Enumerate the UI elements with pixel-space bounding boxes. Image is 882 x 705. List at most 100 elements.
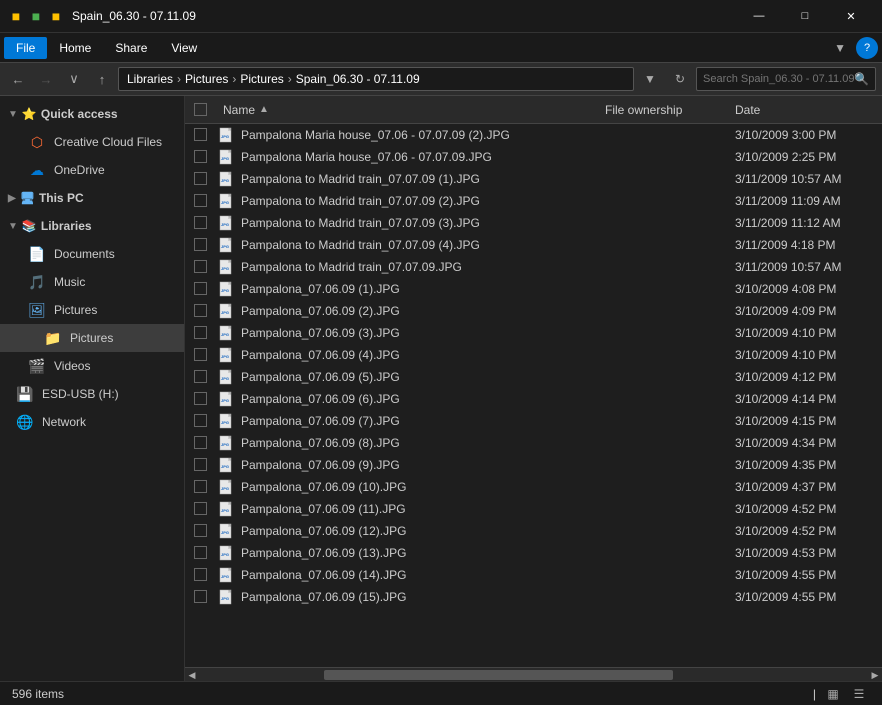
table-row[interactable]: JPG Pampalona_07.06.09 (9).JPG 3/10/2009… xyxy=(185,454,882,476)
up-dropdown-button[interactable]: ∨ xyxy=(62,67,86,91)
row-checkbox[interactable] xyxy=(194,436,207,449)
file-icon: JPG xyxy=(219,325,235,341)
sidebar-item-pictures-lib[interactable]: 🖼 Pictures xyxy=(0,296,184,324)
table-row[interactable]: JPG Pampalona_07.06.09 (4).JPG 3/10/2009… xyxy=(185,344,882,366)
col-name-header[interactable]: Name ▲ xyxy=(215,103,597,117)
horizontal-scrollbar[interactable]: ◀ ▶ xyxy=(185,667,882,681)
col-name-sort: ▲ xyxy=(259,104,269,115)
row-checkbox-cell xyxy=(185,546,215,559)
sidebar-item-libraries[interactable]: ▼ 📚 Libraries xyxy=(0,212,184,240)
address-dropdown-button[interactable]: ▼ xyxy=(638,67,662,91)
row-checkbox[interactable] xyxy=(194,194,207,207)
row-checkbox[interactable] xyxy=(194,502,207,515)
row-checkbox[interactable] xyxy=(194,458,207,471)
row-checkbox[interactable] xyxy=(194,546,207,559)
table-row[interactable]: JPG Pampalona_07.06.09 (3).JPG 3/10/2009… xyxy=(185,322,882,344)
row-checkbox[interactable] xyxy=(194,282,207,295)
table-row[interactable]: JPG Pampalona_07.06.09 (5).JPG 3/10/2009… xyxy=(185,366,882,388)
up-button[interactable]: ↑ xyxy=(90,67,114,91)
search-icon[interactable]: 🔍 xyxy=(854,72,869,86)
row-checkbox[interactable] xyxy=(194,370,207,383)
table-row[interactable]: JPG Pampalona to Madrid train_07.07.09 (… xyxy=(185,190,882,212)
file-name: Pampalona_07.06.09 (14).JPG xyxy=(241,568,406,582)
list-view-button[interactable]: ☰ xyxy=(848,683,870,705)
refresh-button[interactable]: ↻ xyxy=(668,67,692,91)
menu-view[interactable]: View xyxy=(159,37,209,59)
table-row[interactable]: JPG Pampalona_07.06.09 (10).JPG 3/10/200… xyxy=(185,476,882,498)
sidebar-item-videos[interactable]: 🎬 Videos xyxy=(0,352,184,380)
back-button[interactable]: ← xyxy=(6,67,30,91)
maximize-button[interactable]: □ xyxy=(782,0,828,32)
sidebar-item-creative-cloud[interactable]: ⬡ Creative Cloud Files xyxy=(0,128,184,156)
row-checkbox[interactable] xyxy=(194,304,207,317)
row-checkbox[interactable] xyxy=(194,392,207,405)
file-name: Pampalona_07.06.09 (3).JPG xyxy=(241,326,400,340)
table-row[interactable]: JPG Pampalona_07.06.09 (15).JPG 3/10/200… xyxy=(185,586,882,608)
row-checkbox[interactable] xyxy=(194,260,207,273)
menu-home[interactable]: Home xyxy=(47,37,103,59)
help-button[interactable]: ? xyxy=(856,37,878,59)
row-checkbox[interactable] xyxy=(194,348,207,361)
table-row[interactable]: JPG Pampalona to Madrid train_07.07.09 (… xyxy=(185,168,882,190)
table-row[interactable]: JPG Pampalona_07.06.09 (11).JPG 3/10/200… xyxy=(185,498,882,520)
minimize-button[interactable]: — xyxy=(736,0,782,32)
path-pictures2[interactable]: Pictures xyxy=(240,72,283,86)
row-checkbox[interactable] xyxy=(194,128,207,141)
table-row[interactable]: JPG Pampalona to Madrid train_07.07.09.J… xyxy=(185,256,882,278)
table-row[interactable]: JPG Pampalona to Madrid train_07.07.09 (… xyxy=(185,234,882,256)
scrollbar-thumb[interactable] xyxy=(324,670,673,680)
sidebar-item-this-pc[interactable]: ▶ 🖥 This PC xyxy=(0,184,184,212)
table-row[interactable]: JPG Pampalona Maria house_07.06 - 07.07.… xyxy=(185,124,882,146)
row-checkbox[interactable] xyxy=(194,480,207,493)
forward-button[interactable]: → xyxy=(34,67,58,91)
file-name-cell: JPG Pampalona_07.06.09 (9).JPG xyxy=(215,457,597,473)
row-checkbox[interactable] xyxy=(194,216,207,229)
details-view-button[interactable]: ▦ xyxy=(822,683,844,705)
ribbon-collapse-arrow[interactable]: ▼ xyxy=(828,37,852,59)
table-row[interactable]: JPG Pampalona_07.06.09 (7).JPG 3/10/2009… xyxy=(185,410,882,432)
table-row[interactable]: JPG Pampalona_07.06.09 (8).JPG 3/10/2009… xyxy=(185,432,882,454)
col-date-header[interactable]: Date xyxy=(727,103,882,117)
sidebar-item-quick-access[interactable]: ▼ ⭐ Quick access xyxy=(0,100,184,128)
path-pictures1[interactable]: Pictures xyxy=(185,72,228,86)
table-row[interactable]: JPG Pampalona_07.06.09 (6).JPG 3/10/2009… xyxy=(185,388,882,410)
select-all-checkbox[interactable] xyxy=(194,103,207,116)
file-icon: JPG xyxy=(219,413,235,429)
svg-text:JPG: JPG xyxy=(221,420,229,425)
sidebar-item-music[interactable]: 🎵 Music xyxy=(0,268,184,296)
table-row[interactable]: JPG Pampalona_07.06.09 (1).JPG 3/10/2009… xyxy=(185,278,882,300)
scroll-left-arrow[interactable]: ◀ xyxy=(185,668,199,681)
table-row[interactable]: JPG Pampalona to Madrid train_07.07.09 (… xyxy=(185,212,882,234)
row-checkbox[interactable] xyxy=(194,150,207,163)
sidebar-item-label: Pictures xyxy=(70,331,113,345)
sidebar-item-onedrive[interactable]: ☁ OneDrive xyxy=(0,156,184,184)
sidebar-item-esd-usb[interactable]: 💾 ESD-USB (H:) xyxy=(0,380,184,408)
sidebar-item-pictures-active[interactable]: 📁 Pictures xyxy=(0,324,184,352)
sidebar: ▼ ⭐ Quick access ⬡ Creative Cloud Files … xyxy=(0,96,185,681)
menu-file[interactable]: File xyxy=(4,37,47,59)
jpg-file-icon: JPG xyxy=(219,171,235,187)
row-checkbox[interactable] xyxy=(194,238,207,251)
sidebar-item-documents[interactable]: 📄 Documents xyxy=(0,240,184,268)
row-checkbox[interactable] xyxy=(194,524,207,537)
search-input[interactable] xyxy=(703,73,854,85)
path-folder[interactable]: Spain_06.30 - 07.11.09 xyxy=(296,72,420,86)
table-row[interactable]: JPG Pampalona_07.06.09 (12).JPG 3/10/200… xyxy=(185,520,882,542)
close-button[interactable]: ✕ xyxy=(828,0,874,32)
row-checkbox[interactable] xyxy=(194,414,207,427)
menu-share[interactable]: Share xyxy=(103,37,159,59)
row-checkbox[interactable] xyxy=(194,590,207,603)
table-row[interactable]: JPG Pampalona_07.06.09 (13).JPG 3/10/200… xyxy=(185,542,882,564)
row-checkbox[interactable] xyxy=(194,568,207,581)
sidebar-item-network[interactable]: 🌐 Network xyxy=(0,408,184,436)
row-checkbox[interactable] xyxy=(194,172,207,185)
file-icon: JPG xyxy=(219,237,235,253)
table-row[interactable]: JPG Pampalona Maria house_07.06 - 07.07.… xyxy=(185,146,882,168)
table-row[interactable]: JPG Pampalona_07.06.09 (14).JPG 3/10/200… xyxy=(185,564,882,586)
row-checkbox[interactable] xyxy=(194,326,207,339)
scroll-right-arrow[interactable]: ▶ xyxy=(868,668,882,681)
table-row[interactable]: JPG Pampalona_07.06.09 (2).JPG 3/10/2009… xyxy=(185,300,882,322)
menu-bar: File Home Share View ▼ ? xyxy=(0,32,882,62)
col-ownership-header[interactable]: File ownership xyxy=(597,103,727,117)
path-libraries[interactable]: Libraries xyxy=(127,72,173,86)
